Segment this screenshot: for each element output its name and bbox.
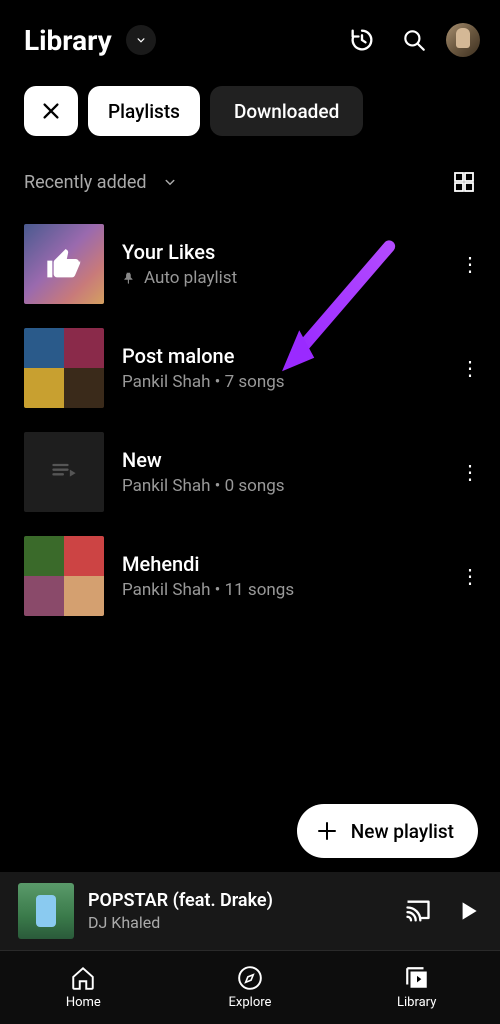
now-playing-title: POPSTAR (feat. Drake) bbox=[88, 890, 386, 911]
playlist-thumbnail bbox=[24, 328, 104, 408]
library-icon bbox=[404, 965, 430, 991]
playlist-row[interactable]: New Pankil Shah • 0 songs ⋮ bbox=[24, 420, 490, 524]
clear-filter-button[interactable] bbox=[24, 86, 78, 136]
pin-icon bbox=[122, 271, 136, 285]
nav-library[interactable]: Library bbox=[333, 951, 500, 1024]
nav-home[interactable]: Home bbox=[0, 951, 167, 1024]
chevron-down-icon bbox=[134, 33, 148, 47]
filter-chips: Playlists Downloaded bbox=[0, 76, 500, 156]
more-button[interactable]: ⋮ bbox=[450, 564, 490, 588]
nav-label: Explore bbox=[229, 995, 272, 1010]
history-icon bbox=[348, 26, 376, 54]
playlist-info: Mehendi Pankil Shah • 11 songs bbox=[122, 552, 432, 600]
sort-label: Recently added bbox=[24, 172, 147, 193]
now-playing-thumbnail bbox=[18, 883, 74, 939]
avatar[interactable] bbox=[446, 23, 480, 57]
history-button[interactable] bbox=[342, 20, 382, 60]
thumbs-up-icon bbox=[44, 244, 84, 284]
more-button[interactable]: ⋮ bbox=[450, 356, 490, 380]
nav-label: Library bbox=[397, 995, 436, 1010]
bottom-nav: Home Explore Library bbox=[0, 950, 500, 1024]
now-playing-artist: DJ Khaled bbox=[88, 913, 386, 932]
more-button[interactable]: ⋮ bbox=[450, 460, 490, 484]
library-dropdown[interactable] bbox=[126, 25, 156, 55]
plus-icon bbox=[315, 819, 339, 843]
playlist-subtitle: Auto playlist bbox=[144, 268, 237, 288]
now-playing-info: POPSTAR (feat. Drake) DJ Khaled bbox=[88, 890, 386, 932]
close-icon bbox=[40, 100, 62, 122]
playlist-subtitle: Pankil Shah • 7 songs bbox=[122, 372, 285, 392]
more-button[interactable]: ⋮ bbox=[450, 252, 490, 276]
now-playing-bar[interactable]: POPSTAR (feat. Drake) DJ Khaled bbox=[0, 872, 500, 950]
chip-playlists[interactable]: Playlists bbox=[88, 86, 200, 136]
playlist-thumbnail bbox=[24, 224, 104, 304]
playlist-row[interactable]: Your Likes Auto playlist ⋮ bbox=[24, 212, 490, 316]
cast-icon bbox=[404, 897, 432, 925]
playlist-list: Your Likes Auto playlist ⋮ Post malone P… bbox=[0, 212, 500, 628]
playlist-info: New Pankil Shah • 0 songs bbox=[122, 448, 432, 496]
header: Library bbox=[0, 0, 500, 76]
playlist-thumbnail bbox=[24, 432, 104, 512]
home-icon bbox=[70, 965, 96, 991]
chip-downloaded[interactable]: Downloaded bbox=[210, 86, 363, 136]
search-icon bbox=[401, 27, 427, 53]
explore-icon bbox=[237, 965, 263, 991]
view-toggle-button[interactable] bbox=[452, 170, 476, 194]
sort-row: Recently added bbox=[0, 156, 500, 212]
playlist-title: New bbox=[122, 448, 432, 472]
playlist-title: Mehendi bbox=[122, 552, 432, 576]
playlist-subtitle: Pankil Shah • 0 songs bbox=[122, 476, 285, 496]
fab-label: New playlist bbox=[351, 820, 454, 843]
chevron-down-icon bbox=[161, 173, 179, 191]
sort-button[interactable]: Recently added bbox=[24, 172, 147, 193]
page-title: Library bbox=[24, 24, 112, 57]
nav-label: Home bbox=[66, 995, 101, 1010]
cast-button[interactable] bbox=[400, 893, 436, 929]
playlist-thumbnail bbox=[24, 536, 104, 616]
search-button[interactable] bbox=[394, 20, 434, 60]
play-icon bbox=[455, 898, 481, 924]
grid-icon bbox=[452, 170, 476, 194]
playlist-row[interactable]: Mehendi Pankil Shah • 11 songs ⋮ bbox=[24, 524, 490, 628]
play-button[interactable] bbox=[450, 893, 486, 929]
new-playlist-button[interactable]: New playlist bbox=[297, 804, 478, 858]
nav-explore[interactable]: Explore bbox=[167, 951, 334, 1024]
playlist-subtitle: Pankil Shah • 11 songs bbox=[122, 580, 294, 600]
playlist-icon bbox=[50, 458, 78, 486]
